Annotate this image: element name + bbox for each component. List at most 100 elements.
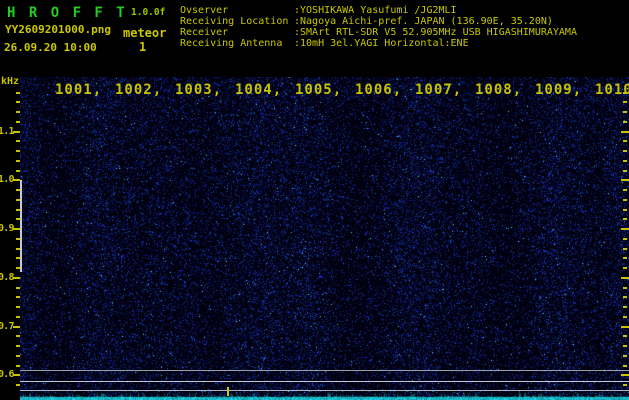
freq-major-tick-left [13,179,20,182]
freq-minor-tick-right [623,159,627,162]
time-tick-label: 1001, [55,82,103,98]
freq-minor-tick-right [623,218,627,221]
freq-minor-tick-right [623,111,627,113]
time-tick-label: 1008, [475,82,523,98]
freq-major-tick-left [13,374,20,377]
freq-minor-tick-right [623,384,627,386]
freq-minor-tick-right [623,315,627,318]
freq-minor-tick-right [623,354,627,357]
freq-minor-tick-right [623,296,627,299]
info-label: Ovserver [180,5,229,16]
freq-minor-tick-left [16,237,20,240]
freq-minor-tick-left [16,335,20,338]
time-tick-label: 1005, [295,82,343,98]
freq-minor-tick-right [623,208,627,211]
freq-minor-tick-right [623,120,627,123]
output-filename: YY2609201000.png [5,23,111,36]
info-value: :YOSHIKAWA Yasufumi /JG2MLI [294,5,457,16]
freq-minor-tick-left [16,120,20,123]
freq-tick-label: 0.9 [0,223,14,234]
freq-major-tick-right [621,374,629,377]
freq-tick-label: 1.1 [0,125,14,137]
freq-minor-tick-right [623,345,627,347]
freq-major-tick-right [621,228,629,230]
freq-tick-label: 0.6 [0,369,14,381]
freq-minor-tick-left [16,198,20,201]
freq-minor-tick-left [16,354,20,357]
reference-line-lower [20,390,629,391]
freq-major-tick-right [621,325,629,328]
freq-major-tick-right [621,276,629,279]
time-tick-label: 1007, [415,82,463,98]
freq-minor-tick-left [16,247,20,250]
info-label: Receiving Antenna [180,38,283,49]
info-value: :10mH 3el.YAGI Horizontal:ENE [294,38,469,49]
freq-minor-tick-left [16,345,20,347]
freq-minor-tick-left [16,150,20,152]
time-tick-label: 1010, [595,82,629,98]
freq-minor-tick-left [16,218,20,221]
left-band-marker [20,180,22,272]
station-info: Ovserver:YOSHIKAWA Yasufumi /JG2MLI Recei… [180,5,577,49]
time-tick-label: 1003, [175,82,223,98]
observation-datetime: 26.09.20 10:00 [4,41,97,54]
freq-minor-tick-left [16,306,20,308]
freq-minor-tick-right [623,306,627,308]
freq-major-tick-right [621,130,629,133]
freq-minor-tick-right [623,335,627,338]
app-title: H R O F F T [7,5,128,21]
freq-minor-tick-left [16,315,20,318]
freq-minor-tick-right [623,169,627,172]
freq-minor-tick-left [16,140,20,143]
freq-minor-tick-right [623,286,627,289]
freq-minor-tick-left [16,91,20,94]
freq-major-tick-left [13,276,20,279]
freq-minor-tick-left [16,111,20,113]
freq-minor-tick-right [623,140,627,143]
freq-tick-label: 1.0 [0,174,14,186]
freq-minor-tick-right [623,189,627,191]
freq-minor-tick-left [16,267,20,269]
info-row: Receiver :SMArt RTL-SDR V5 52.905MHz USB … [180,27,577,38]
mode-label: meteor [123,26,167,40]
hrofft-screen: H R O F F T 1.0.0f YY2609201000.png mete… [0,0,629,400]
freq-tick-label: 0.8 [0,271,14,283]
freq-major-tick-left [13,228,20,230]
freq-minor-tick-left [16,257,20,260]
freq-minor-tick-left [16,296,20,299]
freq-minor-tick-left [16,189,20,191]
freq-minor-tick-right [623,257,627,260]
info-value: :Nagoya Aichi-pref. JAPAN (136.90E, 35.2… [294,16,553,27]
freq-minor-tick-left [16,286,20,289]
time-tick-label: 1009, [535,82,583,98]
freq-minor-tick-left [16,208,20,211]
freq-major-tick-left [13,130,20,133]
freq-minor-tick-right [623,267,627,269]
info-row: Ovserver :YOSHIKAWA Yasufumi /JG2MLI [180,5,577,16]
freq-axis-unit: kHz [1,76,20,87]
freq-minor-tick-left [16,384,20,386]
freq-major-tick-left [13,325,20,328]
freq-minor-tick-right [623,364,627,367]
freq-minor-tick-right [623,198,627,201]
reference-line-middle [20,380,629,382]
info-label: Receiver [180,27,229,38]
freq-minor-tick-right [623,237,627,240]
freq-minor-tick-left [16,364,20,367]
spectrogram-canvas [20,77,629,400]
info-value: :SMArt RTL-SDR V5 52.905MHz USB HIGASHIM… [294,27,577,38]
app-version: 1.0.0f [131,7,166,18]
time-tick-label: 1004, [235,82,283,98]
info-row: Receiving Location :Nagoya Aichi-pref. JA… [180,16,577,27]
time-tick-label: 1002, [115,82,163,98]
freq-minor-tick-right [623,101,627,104]
time-tick-label: 1006, [355,82,403,98]
freq-minor-tick-left [16,101,20,104]
info-label: Receiving Location [180,16,289,27]
echo-count: 1 [139,40,147,54]
freq-tick-label: 0.7 [0,320,14,332]
freq-minor-tick-right [623,247,627,250]
freq-major-tick-right [621,179,629,182]
freq-minor-tick-left [16,159,20,162]
freq-minor-tick-right [623,150,627,152]
